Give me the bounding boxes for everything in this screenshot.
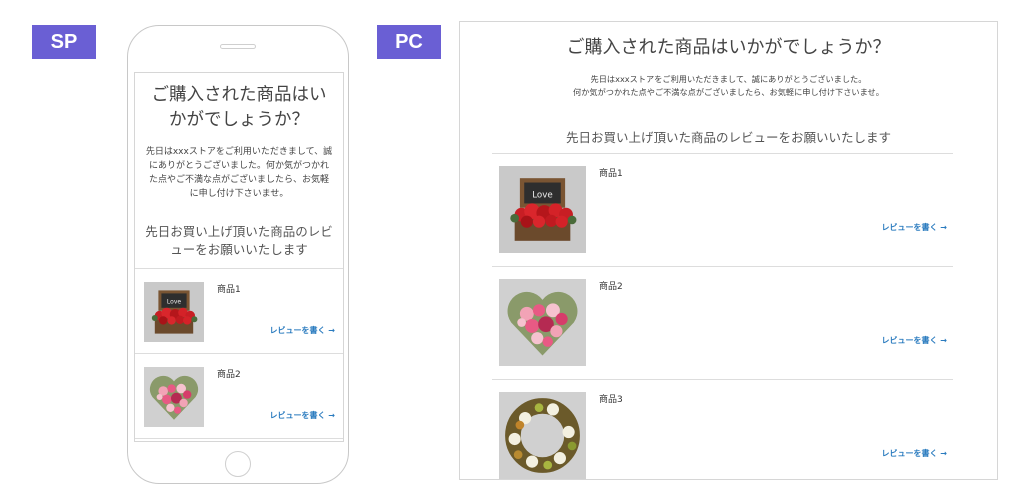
desktop-message-line: 何か気がつかれた点やご不満な点がございましたら、お気軽に申し付け下さいませ。 xyxy=(573,87,884,97)
mobile-product-name: 商品1 xyxy=(217,285,241,295)
mobile-product-name: 商品2 xyxy=(217,370,241,380)
desktop-screen: ご購入された商品はいかがでしょうか？ 先日はxxxストアをご利用いただきまして、… xyxy=(459,21,998,480)
mobile-write-review-link[interactable]: レビューを書く → xyxy=(270,325,336,336)
red-flower-box-icon xyxy=(499,166,586,253)
heart-flower-arrangement-icon xyxy=(499,279,586,366)
mobile-review-subtitle: 先日お買い上げ頂いた商品のレビューをお願いいたします xyxy=(135,223,343,269)
desktop-product-name: 商品3 xyxy=(599,395,623,405)
desktop-message-line: 先日はxxxストアをご利用いただきまして、誠にありがとうございました。 xyxy=(590,74,867,84)
phone-speaker xyxy=(220,44,256,49)
pc-label: PC xyxy=(377,25,441,59)
desktop-message: 先日はxxxストアをご利用いただきまして、誠にありがとうございました。 何か気が… xyxy=(460,73,997,99)
desktop-write-review-link[interactable]: レビューを書く → xyxy=(882,448,948,459)
smartphone-mockup: ご購入された商品はいかがでしょうか？ 先日はxxxストアをご利用いただきまして、… xyxy=(127,25,349,484)
desktop-write-review-link[interactable]: レビューを書く → xyxy=(882,222,948,233)
desktop-product-item: 商品1 レビューを書く → xyxy=(492,153,953,266)
mobile-write-review-link[interactable]: レビューを書く → xyxy=(270,410,336,421)
desktop-product-item: 商品2 レビューを書く → xyxy=(492,266,953,379)
desktop-page-title: ご購入された商品はいかがでしょうか？ xyxy=(566,37,891,58)
desktop-product-name: 商品1 xyxy=(599,169,623,179)
mobile-message: 先日はxxxストアをご利用いただきまして、誠にありがとうございました。何か気がつ… xyxy=(145,147,333,199)
desktop-product-item: 商品3 レビューを書く → xyxy=(492,379,953,479)
desktop-review-subtitle: 先日お買い上げ頂いた商品のレビューをお願いいたします xyxy=(565,130,891,145)
wreath-icon xyxy=(499,392,586,479)
mobile-page-title: ご購入された商品はいかがでしょうか？ xyxy=(151,85,327,130)
desktop-product-name: 商品2 xyxy=(599,282,623,292)
phone-home-button xyxy=(225,451,251,477)
desktop-write-review-link[interactable]: レビューを書く → xyxy=(882,335,948,346)
desktop-product-list: 商品1 レビューを書く → 商品2 レビューを書く → 商品3 レビューを書く … xyxy=(492,153,953,479)
mobile-product-item: 商品1 レビューを書く → xyxy=(135,269,343,354)
heart-flower-arrangement-icon xyxy=(144,367,204,427)
mobile-product-item: 商品2 レビューを書く → xyxy=(135,354,343,439)
mobile-screen: ご購入された商品はいかがでしょうか？ 先日はxxxストアをご利用いただきまして、… xyxy=(134,72,344,442)
sp-label: SP xyxy=(32,25,96,59)
red-flower-box-icon xyxy=(144,282,204,342)
